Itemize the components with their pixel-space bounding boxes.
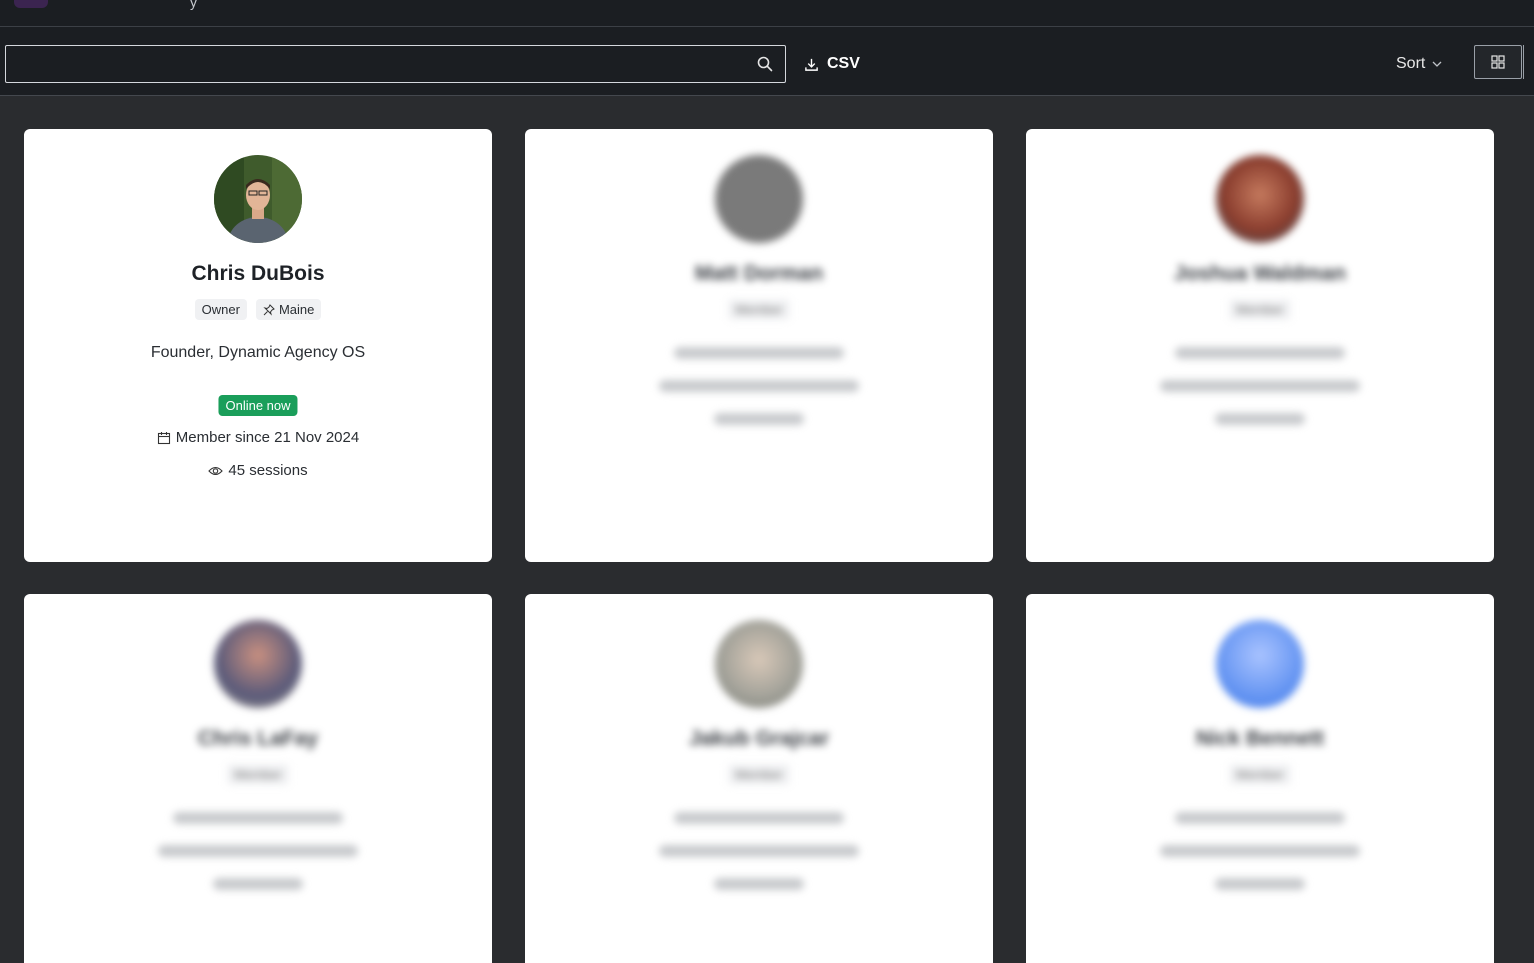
chevron-down-icon — [1432, 61, 1442, 67]
member-since-placeholder — [158, 845, 358, 857]
member-since-placeholder — [1160, 845, 1360, 857]
role-badge: Member — [227, 764, 289, 785]
status-badge: Online now — [218, 395, 298, 416]
search-icon[interactable] — [757, 56, 773, 72]
member-tags: Member — [1026, 299, 1494, 320]
app-logo[interactable] — [14, 0, 48, 8]
member-since-placeholder — [1160, 380, 1360, 392]
avatar — [1216, 620, 1304, 708]
last-seen-placeholder — [1175, 812, 1345, 824]
role-badge: Owner — [194, 299, 247, 320]
member-title: Founder, Dynamic Agency OS — [150, 344, 366, 361]
search-input[interactable] — [6, 46, 785, 82]
location-badge: Maine — [255, 299, 322, 320]
member-since-placeholder — [659, 380, 859, 392]
member-name: Nick Bennett — [1195, 727, 1325, 750]
avatar — [214, 155, 302, 243]
member-card[interactable]: Chris LaFay Member — [24, 594, 492, 963]
member-name: Matt Dorman — [694, 262, 824, 285]
member-tags: Member — [24, 764, 492, 785]
role-badge: Member — [1229, 764, 1291, 785]
last-seen-placeholder — [674, 347, 844, 359]
member-card[interactable]: Matt Dorman Member — [525, 129, 993, 562]
member-card[interactable]: Nick Bennett Member — [1026, 594, 1494, 963]
calendar-icon — [157, 431, 170, 444]
sessions-placeholder — [714, 413, 804, 425]
sessions-placeholder — [213, 878, 303, 890]
member-name: Joshua Waldman — [1174, 262, 1346, 285]
member-name: Chris DuBois — [191, 262, 325, 285]
list-view-toggle[interactable] — [1523, 45, 1534, 79]
avatar — [715, 620, 803, 708]
session-count: 45 sessions — [24, 462, 492, 479]
export-csv-button[interactable]: CSV — [804, 53, 860, 75]
role-badge: Member — [728, 764, 790, 785]
pin-icon — [263, 303, 275, 316]
member-since: Member since 21 Nov 2024 — [24, 429, 492, 446]
csv-label: CSV — [827, 55, 860, 72]
app-title: y — [190, 0, 197, 10]
member-tags: Member — [525, 299, 993, 320]
toolbar: CSV Sort — [0, 27, 1534, 96]
member-tags: Member — [525, 764, 993, 785]
eye-icon — [208, 466, 224, 475]
role-badge: Member — [1229, 299, 1291, 320]
download-icon — [805, 58, 818, 71]
avatar — [214, 620, 302, 708]
last-seen-placeholder — [173, 812, 343, 824]
sort-dropdown[interactable]: Sort — [1396, 53, 1443, 75]
last-seen-placeholder — [674, 812, 844, 824]
top-bar: y — [0, 0, 1534, 27]
sessions-placeholder — [1215, 878, 1305, 890]
last-seen-placeholder — [1175, 347, 1345, 359]
member-since-placeholder — [659, 845, 859, 857]
role-badge: Member — [728, 299, 790, 320]
avatar — [1216, 155, 1304, 243]
sort-label: Sort — [1396, 55, 1426, 72]
member-card[interactable]: Joshua Waldman Member — [1026, 129, 1494, 562]
member-tags: Owner Maine — [24, 299, 492, 320]
search-box — [5, 45, 786, 83]
avatar — [715, 155, 803, 243]
grid-view-toggle[interactable] — [1474, 45, 1522, 79]
member-card[interactable]: Chris DuBois Owner Maine Founder, Dynami… — [24, 129, 492, 562]
member-name: Jakub Grajcar — [688, 727, 830, 750]
sessions-placeholder — [714, 878, 804, 890]
member-name: Chris LaFay — [197, 727, 319, 750]
sessions-placeholder — [1215, 413, 1305, 425]
grid-icon — [1491, 55, 1505, 69]
member-tags: Member — [1026, 764, 1494, 785]
member-card[interactable]: Jakub Grajcar Member — [525, 594, 993, 963]
